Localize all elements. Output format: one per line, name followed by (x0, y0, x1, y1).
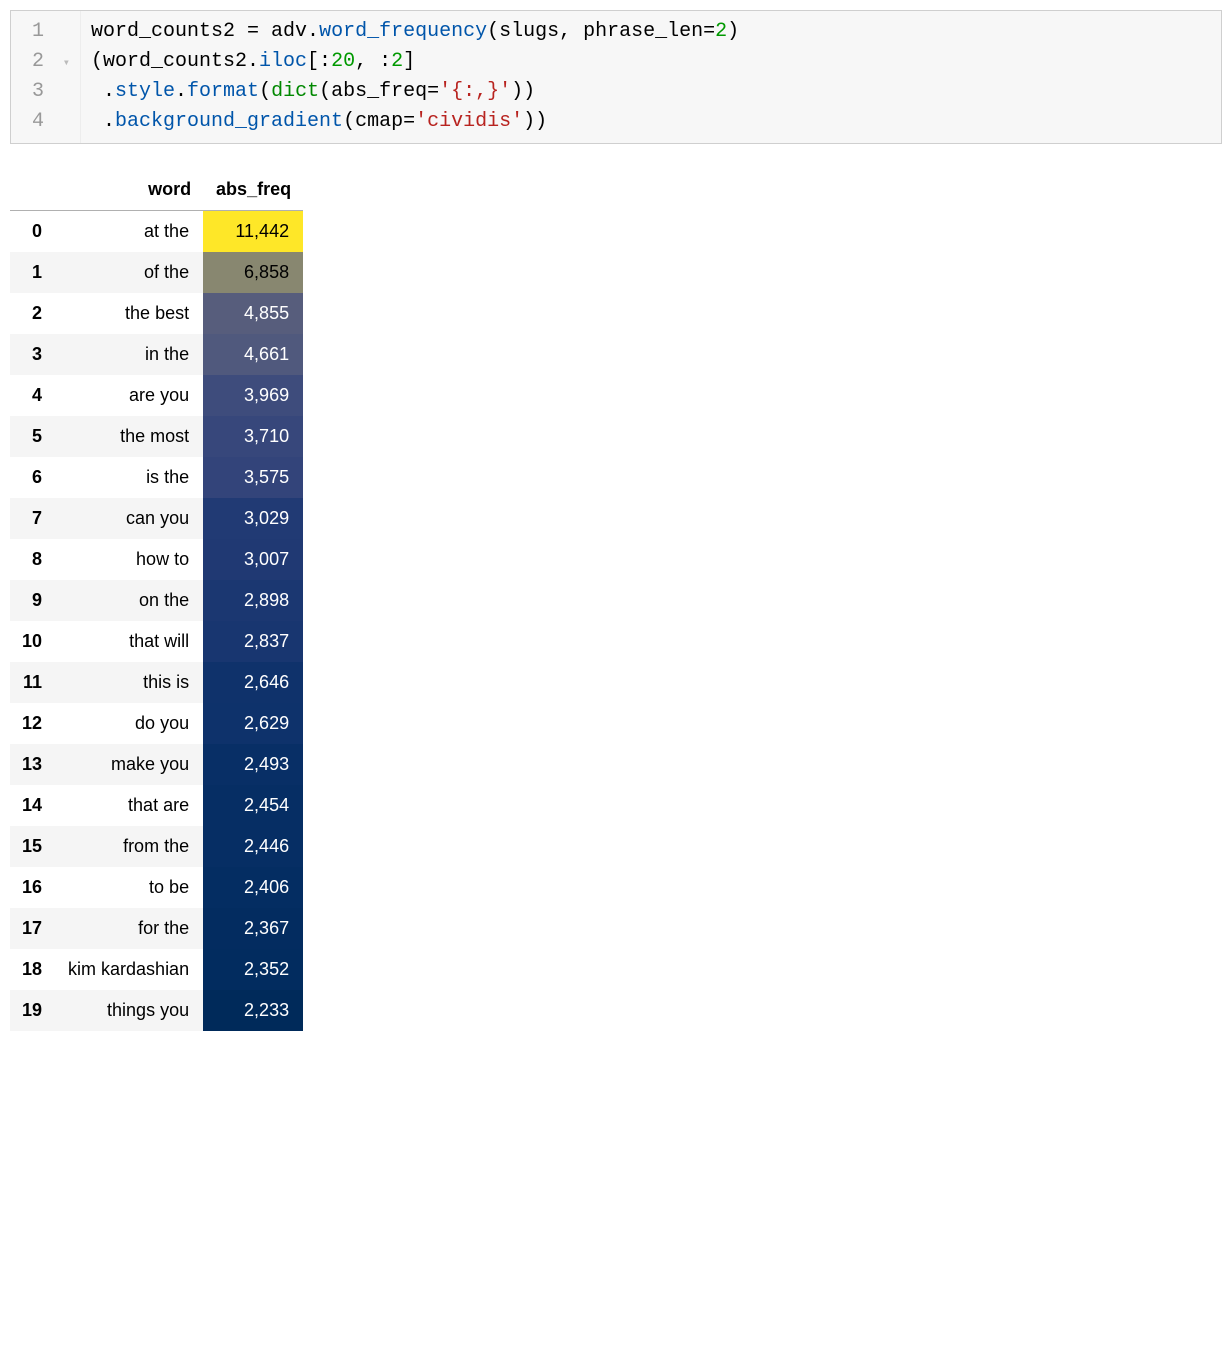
word-cell: from the (54, 826, 203, 867)
header-abs-freq: abs_freq (203, 169, 303, 211)
line-number: 2 ▾ (25, 47, 70, 77)
table-row: 18kim kardashian2,352 (10, 949, 303, 990)
row-index: 0 (10, 211, 54, 253)
abs-freq-cell: 4,661 (203, 334, 303, 375)
word-cell: make you (54, 744, 203, 785)
line-number: 4 (25, 107, 70, 137)
code-line[interactable]: (word_counts2.iloc[:20, :2] (91, 47, 1211, 77)
abs-freq-cell: 2,646 (203, 662, 303, 703)
row-index: 9 (10, 580, 54, 621)
word-cell: to be (54, 867, 203, 908)
word-cell: for the (54, 908, 203, 949)
abs-freq-cell: 2,406 (203, 867, 303, 908)
word-cell: do you (54, 703, 203, 744)
word-cell: how to (54, 539, 203, 580)
code-line[interactable]: .background_gradient(cmap='cividis')) (91, 107, 1211, 137)
table-row: 17for the2,367 (10, 908, 303, 949)
table-row: 13make you2,493 (10, 744, 303, 785)
abs-freq-cell: 3,969 (203, 375, 303, 416)
abs-freq-cell: 2,367 (203, 908, 303, 949)
word-cell: on the (54, 580, 203, 621)
table-row: 5the most3,710 (10, 416, 303, 457)
word-cell: the best (54, 293, 203, 334)
abs-freq-cell: 2,352 (203, 949, 303, 990)
word-cell: the most (54, 416, 203, 457)
abs-freq-cell: 2,446 (203, 826, 303, 867)
word-cell: that will (54, 621, 203, 662)
header-word: word (54, 169, 203, 211)
abs-freq-cell: 3,029 (203, 498, 303, 539)
word-cell: of the (54, 252, 203, 293)
table-row: 8how to3,007 (10, 539, 303, 580)
row-index: 18 (10, 949, 54, 990)
table-row: 15from the2,446 (10, 826, 303, 867)
line-number: 1 (25, 17, 70, 47)
row-index: 14 (10, 785, 54, 826)
header-index (10, 169, 54, 211)
row-index: 7 (10, 498, 54, 539)
code-area[interactable]: word_counts2 = adv.word_frequency(slugs,… (81, 11, 1221, 143)
abs-freq-cell: 2,837 (203, 621, 303, 662)
row-index: 5 (10, 416, 54, 457)
table-row: 3in the4,661 (10, 334, 303, 375)
abs-freq-cell: 3,710 (203, 416, 303, 457)
word-cell: in the (54, 334, 203, 375)
row-index: 11 (10, 662, 54, 703)
table-row: 10that will2,837 (10, 621, 303, 662)
abs-freq-cell: 2,629 (203, 703, 303, 744)
row-index: 1 (10, 252, 54, 293)
row-index: 4 (10, 375, 54, 416)
table-row: 1of the6,858 (10, 252, 303, 293)
abs-freq-cell: 11,442 (203, 211, 303, 253)
row-index: 8 (10, 539, 54, 580)
word-cell: at the (54, 211, 203, 253)
line-number: 3 (25, 77, 70, 107)
row-index: 3 (10, 334, 54, 375)
table-row: 11this is2,646 (10, 662, 303, 703)
table-header-row: word abs_freq (10, 169, 303, 211)
abs-freq-cell: 2,898 (203, 580, 303, 621)
word-cell: kim kardashian (54, 949, 203, 990)
table-row: 19things you2,233 (10, 990, 303, 1031)
table-row: 6is the3,575 (10, 457, 303, 498)
abs-freq-cell: 2,233 (203, 990, 303, 1031)
table-row: 12do you2,629 (10, 703, 303, 744)
abs-freq-cell: 2,493 (203, 744, 303, 785)
row-index: 19 (10, 990, 54, 1031)
word-cell: that are (54, 785, 203, 826)
word-cell: can you (54, 498, 203, 539)
row-index: 12 (10, 703, 54, 744)
table-row: 16to be2,406 (10, 867, 303, 908)
word-cell: is the (54, 457, 203, 498)
table-row: 2the best4,855 (10, 293, 303, 334)
row-index: 13 (10, 744, 54, 785)
table-row: 7can you3,029 (10, 498, 303, 539)
abs-freq-cell: 6,858 (203, 252, 303, 293)
table-row: 4are you3,969 (10, 375, 303, 416)
table-row: 14that are2,454 (10, 785, 303, 826)
abs-freq-cell: 3,575 (203, 457, 303, 498)
word-cell: things you (54, 990, 203, 1031)
row-index: 2 (10, 293, 54, 334)
row-index: 10 (10, 621, 54, 662)
row-index: 6 (10, 457, 54, 498)
code-gutter: 1 2 ▾3 4 (11, 11, 81, 143)
output-area: word abs_freq 0at the11,4421of the6,8582… (10, 169, 1222, 1031)
table-row: 0at the11,442 (10, 211, 303, 253)
word-cell: are you (54, 375, 203, 416)
abs-freq-cell: 2,454 (203, 785, 303, 826)
row-index: 17 (10, 908, 54, 949)
word-cell: this is (54, 662, 203, 703)
code-cell[interactable]: 1 2 ▾3 4 word_counts2 = adv.word_frequen… (10, 10, 1222, 144)
word-frequency-table: word abs_freq 0at the11,4421of the6,8582… (10, 169, 303, 1031)
code-line[interactable]: .style.format(dict(abs_freq='{:,}')) (91, 77, 1211, 107)
code-line[interactable]: word_counts2 = adv.word_frequency(slugs,… (91, 17, 1211, 47)
fold-icon[interactable]: ▾ (60, 54, 70, 72)
table-row: 9on the2,898 (10, 580, 303, 621)
row-index: 16 (10, 867, 54, 908)
abs-freq-cell: 4,855 (203, 293, 303, 334)
row-index: 15 (10, 826, 54, 867)
abs-freq-cell: 3,007 (203, 539, 303, 580)
